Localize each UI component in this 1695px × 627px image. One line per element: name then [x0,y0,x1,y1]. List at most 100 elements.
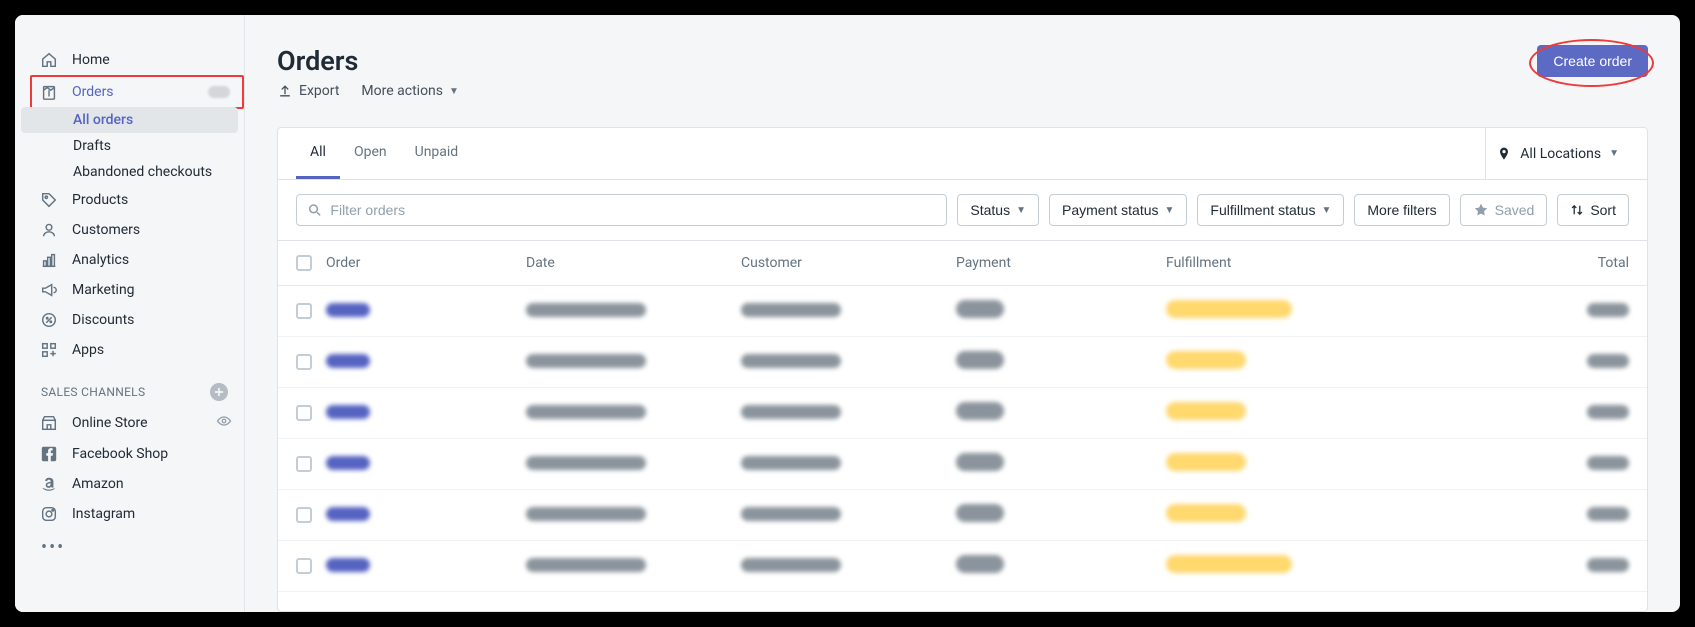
tab-unpaid[interactable]: Unpaid [401,128,473,179]
tab-open[interactable]: Open [340,128,401,179]
row-checkbox[interactable] [296,558,312,574]
order-total [1587,405,1629,419]
row-checkbox[interactable] [296,405,312,421]
payment-status-filter[interactable]: Payment status▼ [1049,194,1187,226]
more-channels[interactable]: ••• [15,529,244,566]
nav-facebook[interactable]: Facebook Shop [15,439,244,469]
nav-analytics[interactable]: Analytics [15,245,244,275]
payment-badge [956,453,1004,471]
order-total [1587,507,1629,521]
table-row[interactable] [278,286,1647,337]
search-input-wrap[interactable] [296,194,947,226]
amazon-icon [40,475,58,493]
order-id[interactable] [326,303,370,317]
caret-down-icon: ▼ [1609,148,1619,159]
apps-icon [40,341,58,359]
order-date [526,558,646,572]
payment-badge [956,300,1004,318]
nav-amazon[interactable]: Amazon [15,469,244,499]
caret-down-icon: ▼ [1016,205,1026,216]
table-row[interactable] [278,337,1647,388]
sort-button[interactable]: Sort [1557,194,1629,226]
nav-marketing[interactable]: Marketing [15,275,244,305]
orders-card: All Open Unpaid All Locations ▼ Status▼ … [277,127,1648,612]
payment-badge [956,504,1004,522]
create-order-button[interactable]: Create order [1537,45,1648,77]
nav-online-store[interactable]: Online Store [15,407,244,439]
more-actions-button[interactable]: More actions ▼ [361,83,459,99]
col-order[interactable]: Order [326,255,526,271]
order-date [526,456,646,470]
sidebar: Home Orders All orders Drafts Abandoned … [15,15,245,612]
caret-down-icon: ▼ [1321,205,1331,216]
row-checkbox[interactable] [296,354,312,370]
select-all-checkbox[interactable] [296,255,312,271]
order-total [1587,354,1629,368]
nav-orders[interactable]: Orders [30,75,244,109]
col-customer[interactable]: Customer [741,255,956,271]
fulfillment-badge [1166,555,1292,573]
order-id[interactable] [326,456,370,470]
orders-table: Order Date Customer Payment Fulfillment … [278,241,1647,611]
table-row[interactable] [278,388,1647,439]
preview-icon[interactable] [216,413,232,433]
status-filter[interactable]: Status▼ [957,194,1039,226]
add-channel-icon[interactable] [210,383,228,401]
table-header: Order Date Customer Payment Fulfillment … [278,241,1647,286]
user-icon [40,221,58,239]
subnav-all-orders[interactable]: All orders [21,107,238,133]
order-total [1587,303,1629,317]
storefront-icon [40,414,58,432]
order-id[interactable] [326,405,370,419]
nav-instagram[interactable]: Instagram [15,499,244,529]
col-fulfillment[interactable]: Fulfillment [1166,255,1426,271]
location-icon [1496,146,1512,162]
col-total[interactable]: Total [1426,255,1629,271]
customer-name [741,558,841,572]
more-filters-button[interactable]: More filters [1354,194,1449,226]
row-checkbox[interactable] [296,507,312,523]
col-payment[interactable]: Payment [956,255,1166,271]
discount-icon [40,311,58,329]
table-row[interactable] [278,439,1647,490]
customer-name [741,507,841,521]
subnav-abandoned[interactable]: Abandoned checkouts [15,159,244,185]
orders-icon [40,83,58,101]
saved-button[interactable]: Saved [1460,194,1548,226]
megaphone-icon [40,281,58,299]
export-button[interactable]: Export [277,83,339,99]
location-selector[interactable]: All Locations ▼ [1485,128,1629,179]
page-title: Orders [277,45,459,77]
fulfillment-badge [1166,402,1246,420]
row-checkbox[interactable] [296,456,312,472]
customer-name [741,405,841,419]
col-date[interactable]: Date [526,255,741,271]
nav-apps[interactable]: Apps [15,335,244,365]
caret-down-icon: ▼ [449,86,459,97]
customer-name [741,456,841,470]
order-date [526,303,646,317]
nav-label: Orders [72,84,114,100]
search-input[interactable] [330,202,936,218]
subnav-drafts[interactable]: Drafts [15,133,244,159]
tab-all[interactable]: All [296,128,340,179]
nav-home[interactable]: Home [15,45,244,75]
row-checkbox[interactable] [296,303,312,319]
main-content: Orders Export More actions ▼ Create orde… [245,15,1680,612]
order-date [526,507,646,521]
analytics-icon [40,251,58,269]
table-row[interactable] [278,541,1647,592]
table-row[interactable] [278,490,1647,541]
fulfillment-badge [1166,300,1292,318]
order-date [526,405,646,419]
order-id[interactable] [326,507,370,521]
sales-channels-header: SALES CHANNELS [15,365,244,407]
fulfillment-status-filter[interactable]: Fulfillment status▼ [1197,194,1344,226]
order-total [1587,456,1629,470]
nav-customers[interactable]: Customers [15,215,244,245]
home-icon [40,51,58,69]
order-id[interactable] [326,558,370,572]
nav-discounts[interactable]: Discounts [15,305,244,335]
order-id[interactable] [326,354,370,368]
nav-products[interactable]: Products [15,185,244,215]
